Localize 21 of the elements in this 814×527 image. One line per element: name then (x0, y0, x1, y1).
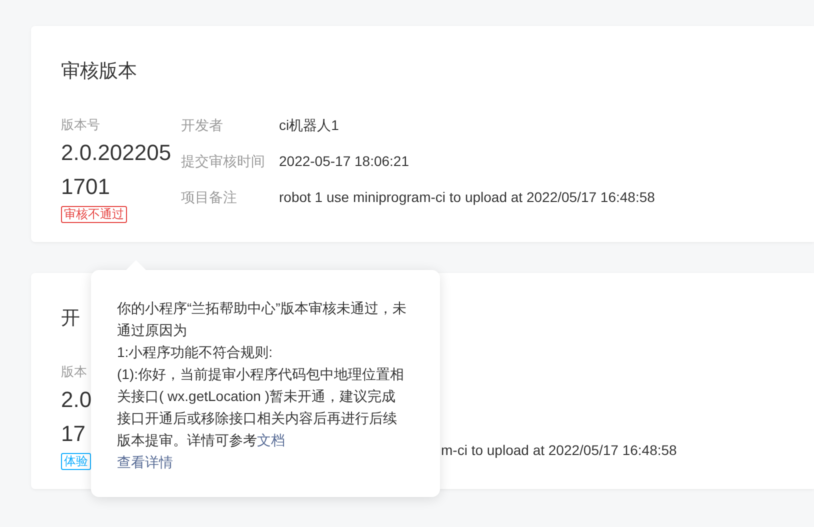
card-title: 开 (61, 307, 80, 331)
version-number: 17 (61, 420, 86, 448)
tooltip-text: 1:小程序功能不符合规则: (117, 343, 274, 362)
version-number: 1701 (61, 173, 110, 201)
field-label: 开发者 (181, 116, 224, 134)
field-value: m-ci to upload at 2022/05/17 16:48:58 (441, 441, 677, 459)
details-link[interactable]: 查看详情 (117, 451, 407, 473)
version-number: 2.0 (61, 386, 92, 414)
field-value: robot 1 use miniprogram-ci to upload at 2022/05/17 16:48:58 (279, 188, 655, 206)
version-label: 版本号 (61, 116, 100, 134)
field-value: ci机器人1 (279, 116, 339, 134)
field-value: 2022-05-17 18:06:21 (279, 152, 409, 170)
version-label: 版本 (61, 363, 87, 381)
doc-link[interactable]: 文档 (257, 432, 285, 448)
status-tag: 审核不通过 (61, 206, 127, 223)
card-title: 审核版本 (61, 60, 137, 84)
tooltip-text: (1):你好，当前提审小程序代码包中地理位置相关接口( wx.getLocation )暂未开通，建议完成接口开通后或移除接口相关内容后再进行后续版本提审。详情可参考文档 (117, 365, 405, 450)
field-label: 提交审核时间 (181, 152, 266, 170)
field-label: 项目备注 (181, 188, 238, 206)
version-number: 2.0.202205 (61, 139, 172, 167)
tooltip-text: 你的小程序“兰拓帮助中心”版本审核未通过，未通过原因为 (117, 299, 407, 340)
